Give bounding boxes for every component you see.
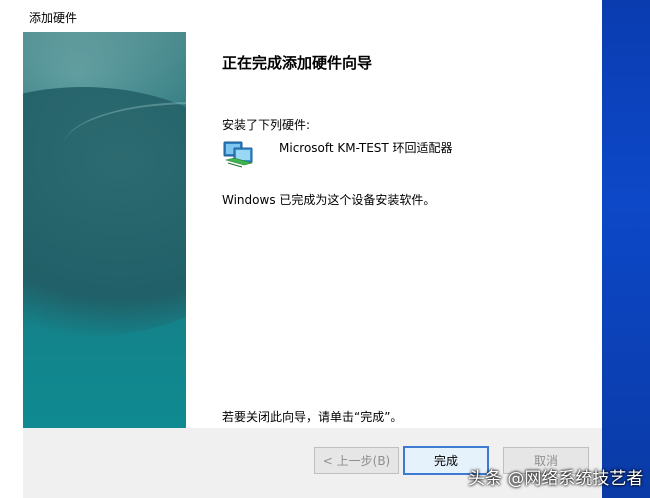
desktop-background [602, 0, 650, 498]
watermark: 头条 @网络系统技艺者 [468, 469, 644, 489]
wizard-side-banner [23, 32, 186, 428]
wizard-content: 正在完成添加硬件向导 安装了下列硬件: Microsoft KM-TEST 环回… [186, 32, 602, 428]
page-title: 正在完成添加硬件向导 [222, 54, 373, 72]
network-adapter-icon [222, 139, 256, 169]
back-button[interactable]: < 上一步(B) [314, 447, 399, 474]
title-bar[interactable]: 添加硬件 [0, 0, 602, 32]
device-name: Microsoft KM-TEST 环回适配器 [279, 141, 453, 155]
completion-message: Windows 已完成为这个设备安装软件。 [222, 193, 436, 207]
close-instruction: 若要关闭此向导，请单击“完成”。 [222, 410, 403, 424]
window-title: 添加硬件 [29, 11, 78, 25]
add-hardware-dialog: 添加硬件 正在完成添加硬件向导 安装了下列硬件: Microsoft KM-TE… [0, 0, 602, 498]
installed-hardware-label: 安装了下列硬件: [222, 118, 311, 132]
